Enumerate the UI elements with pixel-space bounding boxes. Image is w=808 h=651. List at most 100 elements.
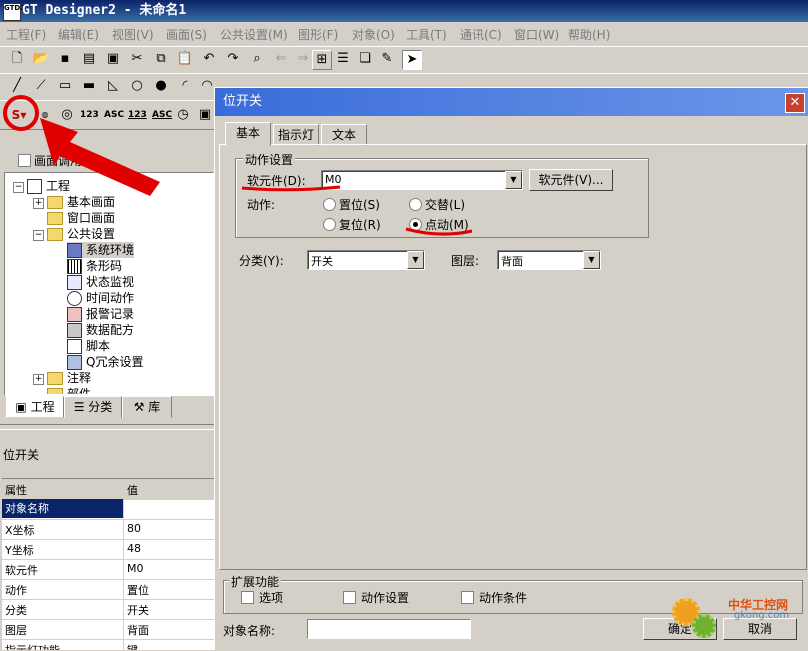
back-icon[interactable]: ⇐: [272, 50, 290, 68]
action-setting-checkbox[interactable]: [343, 591, 356, 604]
numeric-display-icon[interactable]: 123: [80, 106, 99, 124]
polyline-icon[interactable]: ⟋: [32, 77, 50, 95]
table-row[interactable]: 动作 置位: [2, 579, 214, 600]
property-icon[interactable]: ☰: [334, 50, 352, 68]
tab-text[interactable]: 文本: [321, 124, 367, 146]
tab-lamp[interactable]: 指示灯: [273, 124, 319, 146]
tree-base-screen[interactable]: 基本画面: [47, 194, 115, 210]
filled-rect-icon[interactable]: ▬: [80, 77, 98, 95]
menu-project[interactable]: 工程(F): [6, 26, 46, 43]
bit-switch-button[interactable]: S▾: [10, 106, 28, 124]
table-row[interactable]: Y坐标 48: [2, 539, 214, 560]
table-row[interactable]: 分类 开关: [2, 599, 214, 620]
tree-collapse-icon[interactable]: −: [13, 182, 24, 193]
table-row[interactable]: X坐标 80: [2, 519, 214, 540]
tree-item-system-env[interactable]: 系统环境: [67, 242, 135, 258]
prop-value[interactable]: 开关: [127, 602, 149, 618]
menu-comm[interactable]: 通讯(C): [460, 26, 502, 43]
prop-value[interactable]: 80: [127, 522, 141, 535]
tree-window-screen[interactable]: 窗口画面: [47, 210, 115, 226]
tree-item-barcode[interactable]: 条形码: [67, 258, 122, 274]
prop-value[interactable]: 置位: [127, 582, 149, 598]
tree-expand-icon[interactable]: +: [33, 198, 44, 209]
radio-reset[interactable]: [323, 218, 336, 231]
menu-figure[interactable]: 图形(F): [298, 26, 338, 43]
cut-icon[interactable]: ✂: [128, 50, 146, 68]
comment-icon[interactable]: ▣: [196, 106, 214, 124]
layer-combo[interactable]: 背面 ▼: [497, 250, 601, 270]
arc-icon[interactable]: ◜: [176, 77, 194, 95]
lamp2-icon[interactable]: ◎: [58, 106, 76, 124]
object-name-input[interactable]: [307, 619, 471, 639]
menu-help[interactable]: 帮助(H): [568, 26, 610, 43]
tree-item-alarm[interactable]: 报警记录: [67, 306, 134, 322]
dropdown-arrow-icon[interactable]: ▼: [505, 171, 522, 189]
tree-comment[interactable]: 注释: [47, 370, 91, 386]
lamp-icon[interactable]: ◍: [36, 106, 54, 124]
tree-item-time-action[interactable]: 时间动作: [67, 290, 134, 306]
action-condition-checkbox[interactable]: [461, 591, 474, 604]
menu-screen[interactable]: 画面(S): [166, 26, 207, 43]
tab-project[interactable]: ▣ 工程: [6, 396, 64, 418]
print-icon[interactable]: ▤: [80, 50, 98, 68]
layout-icon[interactable]: ⊞: [312, 50, 332, 70]
tab-basic[interactable]: 基本: [225, 122, 271, 146]
triangle-icon[interactable]: ◺: [104, 77, 122, 95]
prop-value[interactable]: 48: [127, 542, 141, 555]
screen-call-checkbox[interactable]: [18, 154, 31, 167]
tree-root[interactable]: 工程: [27, 178, 70, 194]
dropdown-arrow-icon[interactable]: ▼: [407, 251, 424, 269]
menu-edit[interactable]: 编辑(E): [58, 26, 99, 43]
table-row[interactable]: 图层 背面: [2, 619, 214, 640]
numeric-input-icon[interactable]: 123: [128, 106, 147, 124]
tree-common[interactable]: 公共设置: [47, 226, 115, 242]
menu-window[interactable]: 窗口(W): [514, 26, 559, 43]
category-combo[interactable]: 开关 ▼: [307, 250, 425, 270]
radio-alternate[interactable]: [409, 198, 422, 211]
filled-circle-icon[interactable]: ●: [152, 77, 170, 95]
tree-item-status-monitor[interactable]: 状态监视: [67, 274, 134, 290]
tab-library[interactable]: ⚒ 库: [122, 396, 172, 418]
prop-value[interactable]: 键: [127, 642, 138, 650]
tree-item-script[interactable]: 脚本: [67, 338, 110, 354]
redo-icon[interactable]: ↷: [224, 50, 242, 68]
menu-tools[interactable]: 工具(T): [406, 26, 447, 43]
tree-expand-icon[interactable]: +: [33, 374, 44, 385]
menu-common[interactable]: 公共设置(M): [220, 26, 288, 43]
select-arrow-icon[interactable]: ➤: [402, 50, 422, 70]
circle-icon[interactable]: ○: [128, 77, 146, 95]
device-select-button[interactable]: 软元件(V)...: [529, 169, 613, 191]
open-folder-icon[interactable]: 📂: [32, 50, 50, 68]
undo-icon[interactable]: ↶: [200, 50, 218, 68]
new-file-icon[interactable]: 🗋: [8, 50, 26, 68]
tree-parts[interactable]: 部件: [47, 386, 91, 394]
tree-collapse-icon[interactable]: −: [33, 230, 44, 241]
ascii-display-icon[interactable]: ASC: [104, 106, 124, 124]
tree-item-redundancy[interactable]: Q冗余设置: [67, 354, 143, 370]
close-icon[interactable]: ✕: [785, 93, 805, 113]
panel-splitter[interactable]: [0, 424, 214, 430]
table-row[interactable]: 指示灯功能 键: [2, 639, 214, 651]
screen-icon[interactable]: ▣: [104, 50, 122, 68]
option-checkbox[interactable]: [241, 591, 254, 604]
save-icon[interactable]: ▪: [56, 50, 74, 68]
tree-item-recipe[interactable]: 数据配方: [67, 322, 134, 338]
paste-icon[interactable]: 📋: [176, 50, 194, 68]
ascii-input-icon[interactable]: ASC: [152, 106, 172, 124]
tab-category[interactable]: ☰ 分类: [64, 396, 122, 418]
table-row[interactable]: 软元件 M0: [2, 559, 214, 580]
pen-icon[interactable]: ✎: [378, 50, 396, 68]
device-combo[interactable]: M0 ▼: [321, 170, 523, 190]
line-icon[interactable]: ╱: [8, 77, 26, 95]
radio-momentary[interactable]: [409, 218, 422, 231]
find-icon[interactable]: ⌕: [248, 50, 266, 68]
prop-value[interactable]: M0: [127, 562, 144, 575]
prop-value[interactable]: 背面: [127, 622, 149, 638]
clock-icon[interactable]: ◷: [174, 106, 192, 124]
table-row[interactable]: 对象名称: [2, 499, 214, 520]
copy-icon[interactable]: ⧉: [152, 50, 170, 68]
rectangle-icon[interactable]: ▭: [56, 77, 74, 95]
radio-set[interactable]: [323, 198, 336, 211]
menu-view[interactable]: 视图(V): [112, 26, 154, 43]
forward-icon[interactable]: ⇒: [294, 50, 312, 68]
